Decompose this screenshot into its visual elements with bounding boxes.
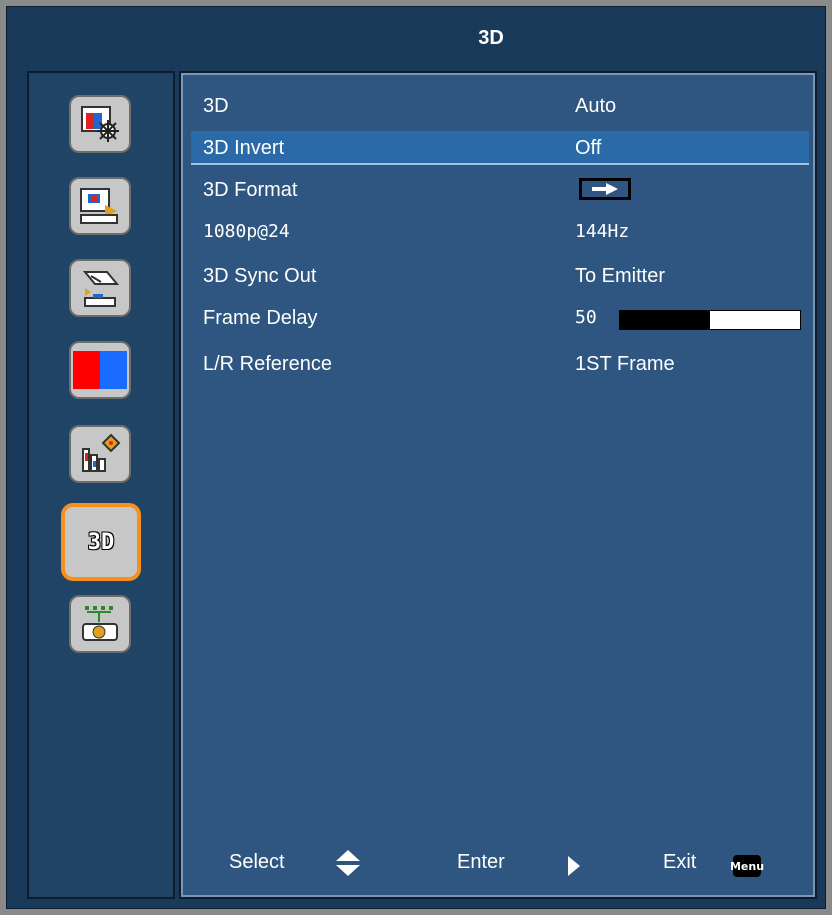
menu-row-value: Off <box>575 137 602 159</box>
3d-icon: 3D <box>87 529 115 555</box>
menu-row-value: Auto <box>575 95 617 117</box>
sidebar-item-network[interactable] <box>69 595 131 653</box>
menu-row-3d-format[interactable]: 3D Format <box>191 173 809 207</box>
menu-row-label: 3D Invert <box>203 137 285 159</box>
menu-row-value: 144Hz <box>575 221 630 242</box>
menu-row-value: To Emitter <box>575 265 666 287</box>
osd-window: 3D 3D 3D Auto 3D Invert Off 3D Format 10… <box>6 6 826 909</box>
menu-row-3d[interactable]: 3D Auto <box>191 89 809 123</box>
exit-hint: Exit <box>663 851 697 873</box>
enter-hint: Enter <box>457 851 505 873</box>
up-down-arrow-icon <box>336 850 360 876</box>
menu-row-value: 1ST Frame <box>575 353 675 375</box>
sidebar-item-setup[interactable] <box>69 259 131 317</box>
menu-row-label: 3D <box>203 95 229 117</box>
sidebar-item-color[interactable] <box>69 341 131 399</box>
setup-icon <box>82 271 120 307</box>
menu-row-3d-sync-out[interactable]: 3D Sync Out To Emitter <box>191 259 809 293</box>
right-triangle-icon <box>568 856 580 876</box>
select-hint: Select <box>229 851 285 873</box>
menu-row-label: 1080p@24 <box>203 221 290 242</box>
display-settings-icon <box>80 188 118 224</box>
image-settings-icon <box>81 106 119 142</box>
menu-row-frame-delay[interactable]: Frame Delay 50 <box>191 301 809 335</box>
menu-row-resolution: 1080p@24 144Hz <box>191 215 809 249</box>
right-arrow-icon <box>592 183 618 195</box>
network-icon <box>82 606 118 641</box>
sidebar-item-display-settings[interactable] <box>69 177 131 235</box>
sidebar-item-3d[interactable]: 3D <box>61 503 141 581</box>
page-title: 3D <box>478 26 504 49</box>
menu-row-lr-reference[interactable]: L/R Reference 1ST Frame <box>191 347 809 381</box>
menu-key-icon: Menu <box>730 855 764 877</box>
sidebar-item-image-settings[interactable] <box>69 95 131 153</box>
info-icon <box>82 433 121 472</box>
menu-row-label: 3D Format <box>203 179 298 201</box>
menu-row-label: 3D Sync Out <box>203 265 317 287</box>
menu-row-value: 50 <box>575 307 597 328</box>
menu-row-3d-invert[interactable]: 3D Invert Off <box>191 131 809 165</box>
menu-panel: 3D Auto 3D Invert Off 3D Format 1080p@24… <box>179 71 817 899</box>
menu-row-label: Frame Delay <box>203 307 318 329</box>
color-icon <box>73 351 127 389</box>
sidebar-item-information[interactable] <box>69 425 131 483</box>
enter-submenu-button[interactable] <box>579 178 631 200</box>
slider-fill <box>620 311 710 329</box>
footer-hints: Select Enter Exit Menu <box>181 833 815 893</box>
sidebar: 3D <box>27 71 175 899</box>
menu-row-label: L/R Reference <box>203 353 332 375</box>
frame-delay-slider[interactable] <box>619 310 801 330</box>
